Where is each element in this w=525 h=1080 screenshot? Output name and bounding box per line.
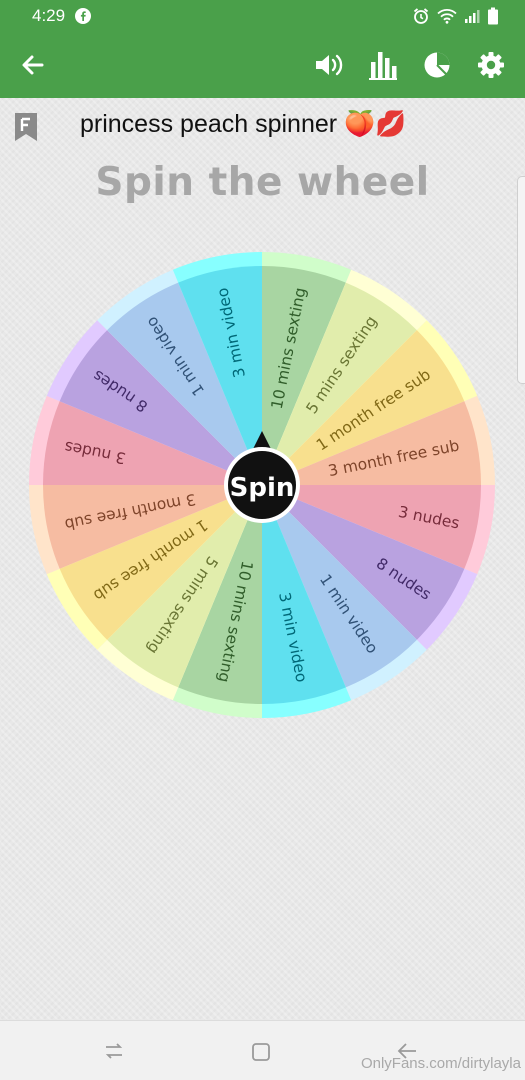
battery-icon	[487, 7, 499, 25]
main-content: princess peach spinner 🍑💋 Spin the wheel…	[0, 98, 525, 1020]
nav-bar: OnlyFans.com/dirtylayla	[0, 1020, 525, 1080]
spinner-wheel[interactable]: 10 mins sexting5 mins sexting1 month fre…	[0, 98, 525, 738]
pie-chart-icon[interactable]	[421, 49, 453, 81]
spin-button-label: Spin	[230, 473, 295, 503]
status-bar: 4:29	[0, 0, 525, 32]
recent-apps-icon[interactable]	[103, 1041, 127, 1063]
back-arrow-icon[interactable]	[20, 52, 46, 78]
home-icon[interactable]	[250, 1041, 274, 1063]
signal-icon	[464, 8, 480, 24]
bar-chart-icon[interactable]	[367, 49, 399, 81]
volume-icon[interactable]	[313, 49, 345, 81]
watermark: OnlyFans.com/dirtylayla	[360, 1055, 521, 1072]
wifi-icon	[437, 8, 457, 24]
app-bar	[0, 32, 525, 98]
status-time: 4:29	[32, 6, 66, 25]
alarm-icon	[412, 7, 430, 25]
facebook-icon	[75, 8, 92, 24]
gear-icon[interactable]	[475, 49, 507, 81]
